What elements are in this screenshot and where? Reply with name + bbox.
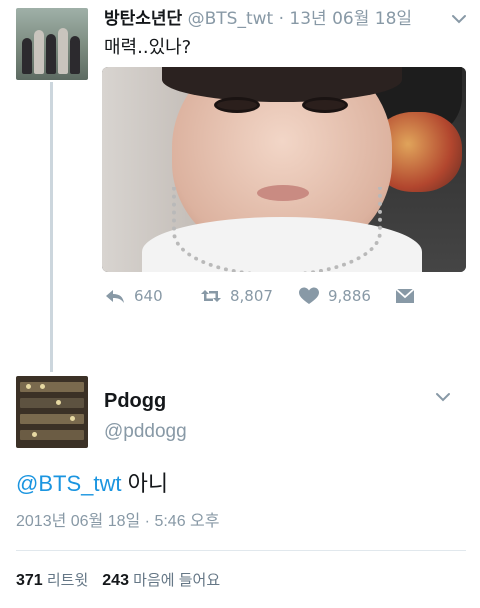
tweet2-author-handle[interactable]: @pddogg xyxy=(104,420,187,444)
heart-icon xyxy=(299,287,319,304)
likes-label: 마음에 들어요 xyxy=(133,572,221,589)
mention-link[interactable]: @BTS_twt xyxy=(16,471,121,496)
like-action[interactable]: 9,886 xyxy=(298,286,371,306)
likes-value: 243 xyxy=(102,572,129,589)
retweets-value: 371 xyxy=(16,572,43,589)
bts-avatar[interactable] xyxy=(16,8,88,80)
retweets-label: 리트윗 xyxy=(46,572,89,589)
retweet-icon xyxy=(201,290,221,302)
tweet2-author-name[interactable]: Pdogg xyxy=(104,388,166,414)
direct-message-action[interactable] xyxy=(394,286,424,306)
retweets-stat[interactable]: 371 리트윗 xyxy=(16,572,88,589)
envelope-icon xyxy=(395,288,415,303)
tweet2-text: @BTS_twt 아니 xyxy=(16,469,168,499)
tweet1-text: 매력..있나? xyxy=(104,37,192,58)
like-count: 9,886 xyxy=(328,287,371,305)
likes-stat[interactable]: 243 마음에 들어요 xyxy=(102,572,220,589)
chevron-down-icon[interactable] xyxy=(450,10,468,28)
reply-action[interactable]: 640 xyxy=(104,286,163,306)
reply-icon xyxy=(106,290,124,303)
tweet2-timestamp[interactable]: 2013년 06월 18일 · 5:46 오후 xyxy=(16,511,219,533)
thread-connector-line xyxy=(50,82,53,372)
divider xyxy=(16,550,466,551)
tweet2-text-body: 아니 xyxy=(121,471,169,496)
pdogg-avatar[interactable] xyxy=(16,376,88,448)
tweet1-date[interactable]: 13년 06월 18일 xyxy=(289,9,412,29)
retweet-count: 8,807 xyxy=(230,287,273,305)
tweet2-stats: 371 리트윗 243 마음에 들어요 xyxy=(16,570,220,592)
tweet1-author-name[interactable]: 방탄소년단 xyxy=(104,9,182,29)
chevron-down-icon[interactable] xyxy=(434,388,452,406)
tweet1-photo[interactable] xyxy=(102,67,466,272)
tweet1-separator: · xyxy=(273,9,290,29)
reply-count: 640 xyxy=(134,287,163,305)
retweet-action[interactable]: 8,807 xyxy=(200,286,273,306)
tweet1-header: 방탄소년단 @BTS_twt · 13년 06월 18일 xyxy=(104,8,412,30)
tweet1-author-handle[interactable]: @BTS_twt xyxy=(188,9,274,29)
